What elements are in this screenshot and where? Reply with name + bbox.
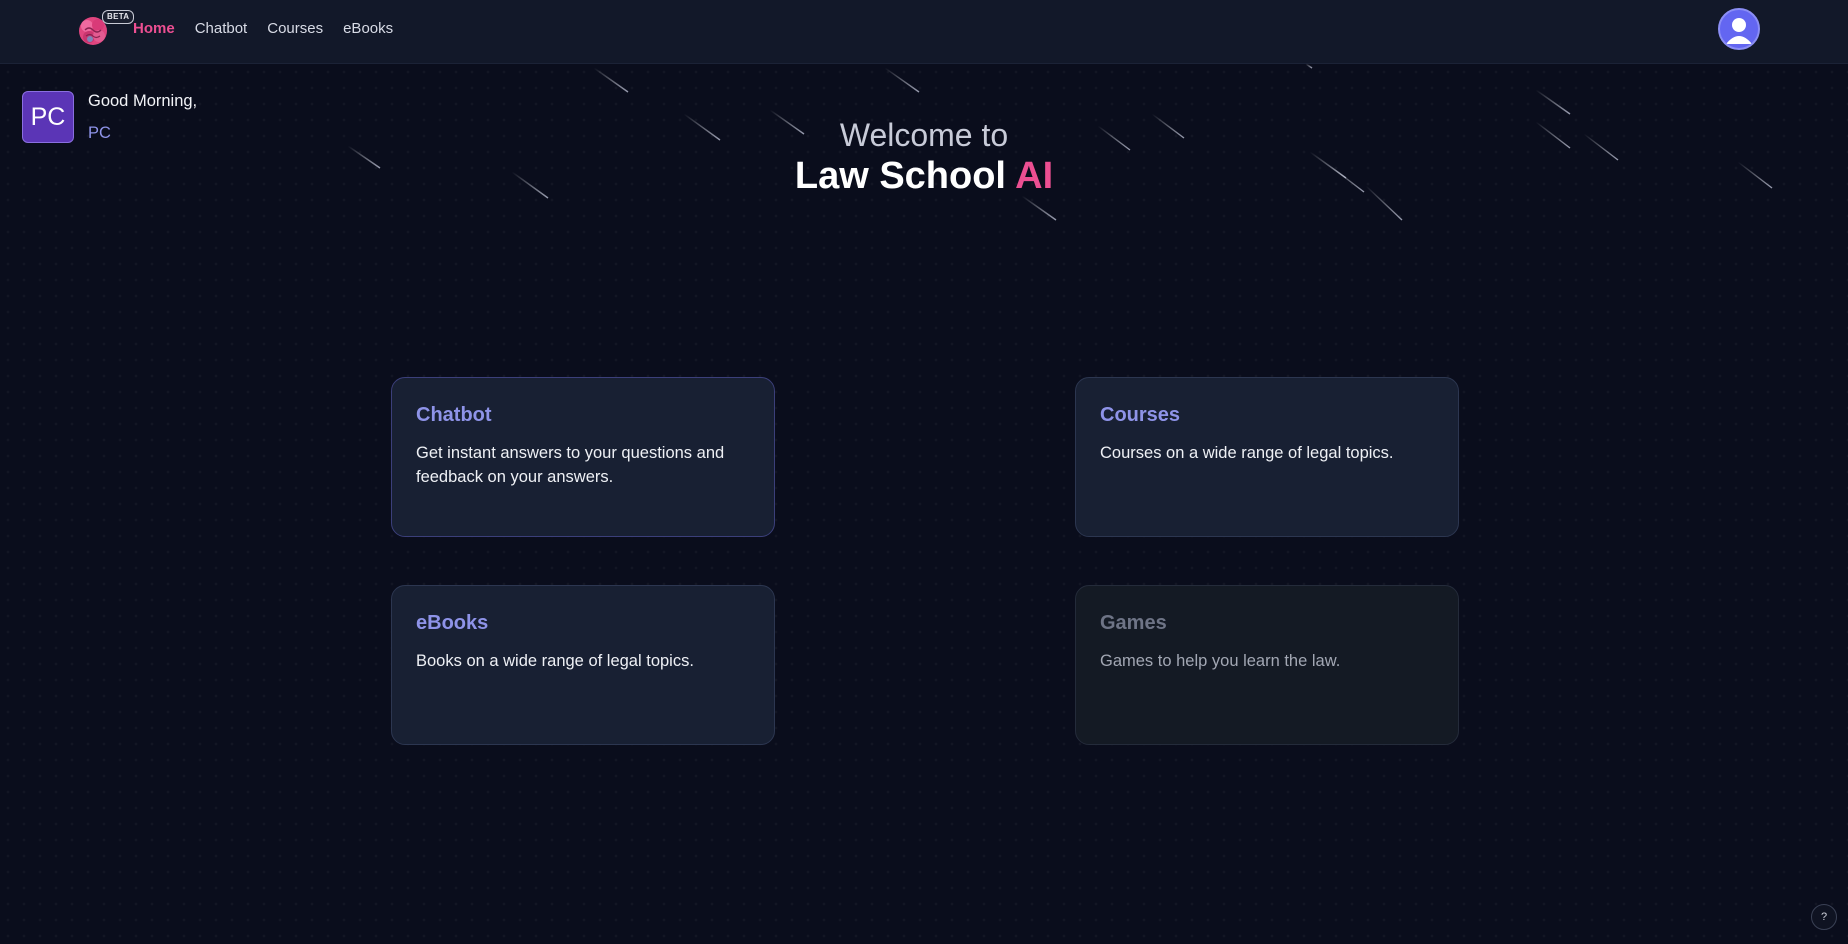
hero-heading: Welcome to Law School AI bbox=[0, 116, 1848, 198]
nav-link-courses[interactable]: Courses bbox=[267, 20, 323, 37]
card-title: eBooks bbox=[416, 612, 489, 634]
greeting-text: Good Morning, bbox=[88, 92, 198, 110]
top-navigation-bar: BETA Home Chatbot Courses eBooks bbox=[0, 0, 1848, 64]
main-nav: Home Chatbot Courses eBooks bbox=[133, 20, 393, 37]
beta-badge: BETA bbox=[102, 10, 135, 24]
card-games: Games Games to help you learn the law. bbox=[1075, 585, 1459, 745]
nav-link-home[interactable]: Home bbox=[133, 20, 175, 37]
card-description: Games to help you learn the law. bbox=[1100, 652, 1341, 670]
card-description: Courses on a wide range of legal topics. bbox=[1100, 444, 1394, 462]
hero-title-accent: AI bbox=[1015, 155, 1054, 197]
nav-link-chatbot[interactable]: Chatbot bbox=[195, 20, 248, 37]
hero-title-main: Law School bbox=[794, 155, 1016, 197]
card-title: Games bbox=[1100, 612, 1167, 634]
card-description: Books on a wide range of legal topics. bbox=[416, 652, 694, 670]
help-button[interactable]: ? bbox=[1811, 904, 1837, 930]
card-ebooks[interactable]: eBooks Books on a wide range of legal to… bbox=[391, 585, 775, 745]
card-courses[interactable]: Courses Courses on a wide range of legal… bbox=[1075, 377, 1459, 537]
card-chatbot[interactable]: Chatbot Get instant answers to your ques… bbox=[391, 377, 775, 537]
card-title: Chatbot bbox=[416, 404, 492, 426]
hero-welcome-text: Welcome to bbox=[839, 117, 1009, 153]
profile-menu-button[interactable] bbox=[1718, 8, 1760, 50]
user-avatar-icon bbox=[1726, 18, 1752, 44]
nav-link-ebooks[interactable]: eBooks bbox=[343, 20, 393, 37]
card-description: Get instant answers to your questions an… bbox=[416, 444, 725, 486]
hero-title: Law School AI bbox=[0, 154, 1848, 198]
card-title: Courses bbox=[1100, 404, 1181, 426]
